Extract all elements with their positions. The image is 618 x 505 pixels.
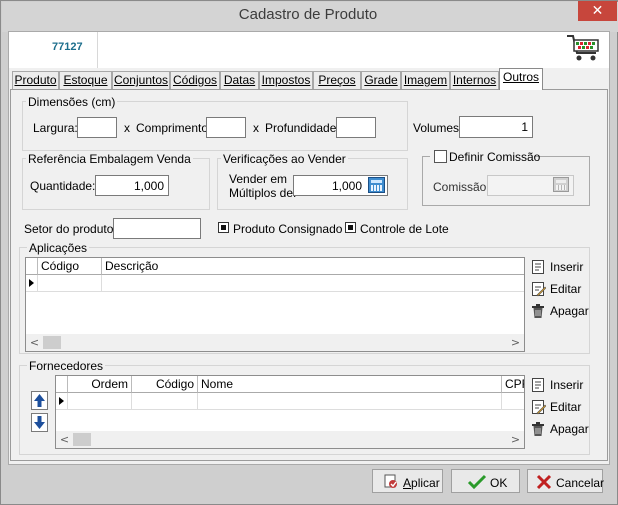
tab-codigos[interactable]: Códigos <box>170 71 220 89</box>
header-divider <box>97 32 98 68</box>
aplicacoes-apagar-button[interactable]: Apagar <box>550 304 589 318</box>
tab-datas[interactable]: Datas <box>220 71 259 89</box>
table-cell[interactable] <box>132 393 198 410</box>
comprimento-label: Comprimento: <box>136 121 212 135</box>
tab-precos[interactable]: Preços <box>313 71 361 89</box>
trash-icon[interactable] <box>530 303 546 319</box>
column-header-cpf[interactable]: CPF <box>502 376 524 393</box>
header-bar <box>9 32 609 68</box>
move-up-button[interactable] <box>31 391 48 410</box>
profundidade-label: Profundidade: <box>265 121 340 135</box>
largura-input[interactable] <box>77 117 117 138</box>
fornecedores-apagar-button[interactable]: Apagar <box>550 422 589 436</box>
tab-internos[interactable]: Internos <box>450 71 499 89</box>
cancelar-button[interactable]: Cancelar <box>527 469 605 493</box>
tab-conjuntos[interactable]: Conjuntos <box>112 71 170 89</box>
row-indicator-icon <box>56 393 68 410</box>
comprimento-input[interactable] <box>206 117 246 138</box>
quantidade-input[interactable]: 1,000 <box>95 175 169 196</box>
apply-icon <box>384 474 397 488</box>
largura-label: Largura: <box>33 121 78 135</box>
dimensoes-title: Dimensões (cm) <box>26 95 118 109</box>
fornecedores-title: Fornecedores <box>27 359 106 373</box>
tab-estoque[interactable]: Estoque <box>59 71 112 89</box>
setor-input[interactable] <box>113 218 201 239</box>
vender-multiplos-label-line2: Múltiplos de: <box>229 186 297 200</box>
controle-lote-checkbox[interactable] <box>345 222 356 233</box>
horizontal-scrollbar[interactable]: < > <box>26 334 524 351</box>
ok-label: OK <box>490 476 508 490</box>
row-indicator-icon <box>26 275 38 292</box>
fornecedores-editar-button[interactable]: Editar <box>550 400 581 414</box>
check-icon <box>467 474 487 490</box>
table-cell[interactable] <box>102 275 524 292</box>
embalagem-title: Referência Embalagem Venda <box>26 152 193 166</box>
scrollbar-thumb[interactable] <box>43 336 61 349</box>
row-indicator-header <box>26 258 38 275</box>
arrow-down-icon <box>34 416 45 429</box>
fornecedores-inserir-button[interactable]: Inserir <box>550 378 583 392</box>
insert-icon[interactable] <box>530 259 546 275</box>
edit-icon[interactable] <box>530 281 547 297</box>
tab-outros[interactable]: Outros <box>499 68 543 90</box>
cancel-x-icon <box>536 474 552 490</box>
calculator-icon[interactable] <box>553 177 569 192</box>
row-indicator-header <box>56 376 68 393</box>
column-header-codigo[interactable]: Código <box>38 258 102 275</box>
horizontal-scrollbar[interactable]: < > <box>56 431 524 448</box>
definir-comissao-checkbox[interactable] <box>434 150 447 163</box>
tab-grade[interactable]: Grade <box>361 71 401 89</box>
comissao-label: Comissão: <box>433 180 490 194</box>
ok-button[interactable]: OK <box>451 469 520 493</box>
arrow-up-icon <box>34 394 45 407</box>
insert-icon[interactable] <box>530 377 546 393</box>
table-cell[interactable] <box>38 275 102 292</box>
produto-consignado-checkbox[interactable] <box>218 222 229 233</box>
vender-multiplos-label-line1: Vender em <box>229 172 288 186</box>
calculator-icon[interactable] <box>368 177 385 193</box>
aplicar-button[interactable]: Aplicar <box>372 469 443 493</box>
aplicar-label: Aplicar <box>403 476 440 490</box>
tab-imagem[interactable]: Imagem <box>401 71 450 89</box>
product-code: 77127 <box>52 41 83 53</box>
scroll-right-icon[interactable]: > <box>507 334 524 351</box>
tab-strip: Produto Estoque Conjuntos Códigos Datas … <box>9 68 609 90</box>
window-title: Cadastro de Produto <box>238 6 378 23</box>
dimension-separator-1: x <box>124 121 130 135</box>
tab-impostos[interactable]: Impostos <box>259 71 313 89</box>
column-header-descricao[interactable]: Descrição <box>102 258 524 275</box>
profundidade-input[interactable] <box>336 117 376 138</box>
aplicacoes-editar-button[interactable]: Editar <box>550 282 581 296</box>
close-button[interactable]: ✕ <box>578 1 617 21</box>
volumes-label: Volumes: <box>413 121 463 135</box>
setor-label: Setor do produto: <box>24 222 117 236</box>
definir-comissao-label: Definir Comissão <box>449 150 541 164</box>
verificacoes-title: Verificações ao Vender <box>221 152 348 166</box>
move-down-button[interactable] <box>31 413 48 432</box>
scrollbar-thumb[interactable] <box>73 433 91 446</box>
aplicacoes-inserir-button[interactable]: Inserir <box>550 260 583 274</box>
table-cell[interactable] <box>68 393 132 410</box>
column-header-nome[interactable]: Nome <box>198 376 502 393</box>
volumes-input[interactable]: 1 <box>459 116 533 138</box>
fornecedores-grid[interactable]: Ordem Código Nome CPF < > <box>55 375 525 449</box>
aplicacoes-grid[interactable]: Código Descrição < > <box>25 257 525 352</box>
table-cell[interactable] <box>198 393 502 410</box>
cancelar-label: Cancelar <box>556 476 605 490</box>
shopping-cart-icon <box>566 33 602 65</box>
edit-icon[interactable] <box>530 399 547 415</box>
column-header-ordem[interactable]: Ordem <box>68 376 132 393</box>
scroll-left-icon[interactable]: < <box>26 334 43 351</box>
column-header-codigo[interactable]: Código <box>132 376 198 393</box>
scroll-left-icon[interactable]: < <box>56 431 73 448</box>
table-cell[interactable] <box>502 393 524 410</box>
scroll-right-icon[interactable]: > <box>507 431 524 448</box>
tab-produto[interactable]: Produto <box>12 71 59 89</box>
produto-consignado-label: Produto Consignado <box>233 222 343 236</box>
controle-lote-label: Controle de Lote <box>360 222 449 236</box>
dimension-separator-2: x <box>253 121 259 135</box>
aplicacoes-title: Aplicações <box>27 241 90 255</box>
trash-icon[interactable] <box>530 421 546 437</box>
quantidade-label: Quantidade: <box>30 179 96 193</box>
